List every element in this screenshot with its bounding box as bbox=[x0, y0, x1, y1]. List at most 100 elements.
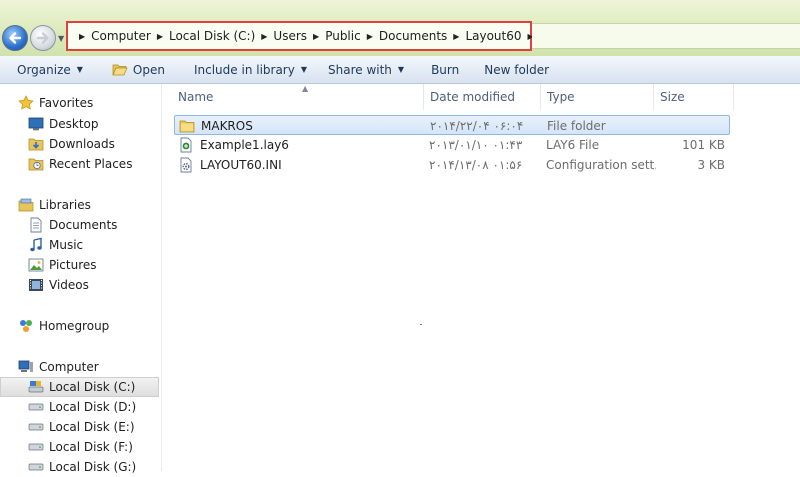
artifact-dot bbox=[420, 324, 422, 325]
address-bar-empty-area[interactable] bbox=[532, 23, 800, 49]
nav-item-local-disk-f[interactable]: Local Disk (F:) bbox=[28, 437, 133, 457]
hard-drive-icon bbox=[28, 419, 44, 435]
desktop-icon bbox=[28, 116, 44, 132]
chevron-right-icon[interactable]: ▶ bbox=[157, 32, 163, 41]
breadcrumb-users[interactable]: Users bbox=[273, 29, 307, 43]
nav-item-label: Downloads bbox=[49, 137, 115, 151]
nav-item-local-disk-d[interactable]: Local Disk (D:) bbox=[28, 397, 136, 417]
forward-button[interactable] bbox=[30, 25, 56, 51]
chevron-right-icon[interactable]: ▶ bbox=[367, 32, 373, 41]
nav-item-pictures[interactable]: Pictures bbox=[28, 255, 97, 275]
file-row-makros[interactable]: MAKROS ۲۰۱۴/۲۲/۰۴ ۰۶:۰۴ File folder bbox=[174, 115, 730, 135]
nav-homegroup-label: Homegroup bbox=[39, 319, 110, 333]
nav-libraries[interactable]: Libraries bbox=[18, 195, 91, 215]
column-header-size[interactable]: Size bbox=[654, 84, 734, 110]
nav-item-label: Videos bbox=[49, 278, 89, 292]
file-size: 101 KB bbox=[682, 138, 725, 152]
nav-item-label: Music bbox=[49, 238, 84, 252]
computer-icon bbox=[18, 359, 34, 375]
nav-computer[interactable]: Computer bbox=[18, 357, 99, 377]
breadcrumb-layout60[interactable]: Layout60 bbox=[465, 29, 521, 43]
chevron-right-icon[interactable]: ▶ bbox=[261, 32, 267, 41]
file-name: LAYOUT60.INI bbox=[200, 158, 282, 172]
nav-item-label: Recent Places bbox=[49, 157, 133, 171]
share-with-label: Share with bbox=[328, 62, 392, 77]
file-type: Configuration sett... bbox=[546, 158, 656, 172]
include-in-library-label: Include in library bbox=[193, 62, 295, 77]
nav-favorites[interactable]: Favorites bbox=[18, 93, 93, 113]
documents-icon bbox=[28, 217, 44, 233]
navigation-pane: Favorites Desktop Downloads Recent Place… bbox=[0, 84, 162, 474]
breadcrumb-public[interactable]: Public bbox=[325, 29, 361, 43]
hard-drive-icon bbox=[28, 439, 44, 455]
breadcrumb-computer[interactable]: Computer bbox=[91, 29, 151, 43]
breadcrumb: ▶ Computer ▶ Local Disk (C:) ▶ Users ▶ P… bbox=[70, 25, 534, 47]
file-size bbox=[659, 116, 726, 136]
open-folder-icon bbox=[112, 64, 128, 75]
include-in-library-button[interactable]: Include in library ▼ bbox=[174, 56, 316, 83]
file-date: ۲۰۱۳/۰۱/۱۰ ۰۱:۴۳ bbox=[429, 138, 523, 152]
nav-item-music[interactable]: Music bbox=[28, 235, 83, 255]
command-bar: Organize ▼ Open Include in library ▼ Sha… bbox=[0, 56, 800, 84]
file-date: ۲۰۱۴/۲۲/۰۴ ۰۶:۰۴ bbox=[430, 119, 524, 133]
settings-file-icon bbox=[178, 157, 194, 173]
chevron-right-icon[interactable]: ▶ bbox=[313, 32, 319, 41]
column-header-size-label: Size bbox=[660, 90, 685, 104]
column-header-name-label: Name bbox=[178, 90, 214, 104]
burn-button[interactable]: Burn bbox=[413, 56, 468, 83]
file-size: 3 KB bbox=[697, 158, 725, 172]
nav-homegroup[interactable]: Homegroup bbox=[18, 316, 109, 336]
column-header-date-modified[interactable]: Date modified bbox=[424, 84, 541, 110]
nav-item-label: Pictures bbox=[49, 258, 97, 272]
hard-drive-icon bbox=[28, 459, 44, 475]
open-label: Open bbox=[132, 62, 165, 77]
star-icon bbox=[18, 95, 34, 111]
address-bar[interactable]: ▶ Computer ▶ Local Disk (C:) ▶ Users ▶ P… bbox=[66, 21, 534, 51]
nav-item-local-disk-g[interactable]: Local Disk (G:) bbox=[28, 457, 136, 477]
back-button[interactable] bbox=[2, 25, 28, 51]
pictures-icon bbox=[28, 257, 44, 273]
file-list: Name ▲ Date modified Type Size MAKROS ۲۰… bbox=[162, 84, 800, 471]
sort-ascending-icon: ▲ bbox=[302, 84, 309, 93]
breadcrumb-local-disk-c[interactable]: Local Disk (C:) bbox=[169, 29, 255, 43]
column-header-date-label: Date modified bbox=[430, 90, 516, 104]
open-button[interactable]: Open bbox=[92, 56, 174, 83]
file-date: ۲۰۱۴/۱۳/۰۸ ۰۱:۵۶ bbox=[429, 158, 523, 172]
chevron-right-icon[interactable]: ▶ bbox=[79, 32, 85, 41]
organize-label: Organize bbox=[17, 62, 71, 77]
file-type: LAY6 File bbox=[546, 138, 600, 152]
file-name: MAKROS bbox=[201, 119, 253, 133]
file-row-example1[interactable]: Example1.lay6 ۲۰۱۳/۰۱/۱۰ ۰۱:۴۳ LAY6 File… bbox=[174, 135, 730, 155]
nav-item-local-disk-c[interactable]: Local Disk (C:) bbox=[0, 377, 159, 397]
recent-pages-dropdown[interactable]: ▼ bbox=[58, 34, 64, 43]
folder-icon bbox=[179, 118, 195, 134]
nav-item-local-disk-e[interactable]: Local Disk (E:) bbox=[28, 417, 135, 437]
nav-item-label: Local Disk (C:) bbox=[49, 380, 136, 394]
chevron-down-icon: ▼ bbox=[76, 65, 83, 74]
nav-item-documents[interactable]: Documents bbox=[28, 215, 117, 235]
file-row-layout60-ini[interactable]: LAYOUT60.INI ۲۰۱۴/۱۳/۰۸ ۰۱:۵۶ Configurat… bbox=[174, 155, 730, 175]
nav-item-label: Local Disk (F:) bbox=[49, 440, 133, 454]
nav-item-videos[interactable]: Videos bbox=[28, 275, 89, 295]
nav-item-label: Desktop bbox=[49, 117, 99, 131]
new-folder-button[interactable]: New folder bbox=[468, 56, 558, 83]
burn-label: Burn bbox=[431, 62, 460, 77]
forward-arrow-icon bbox=[36, 32, 49, 44]
lay6-file-icon bbox=[178, 137, 194, 153]
hard-drive-icon bbox=[28, 399, 44, 415]
share-with-button[interactable]: Share with ▼ bbox=[316, 56, 413, 83]
nav-item-desktop[interactable]: Desktop bbox=[28, 114, 99, 134]
nav-item-downloads[interactable]: Downloads bbox=[28, 134, 115, 154]
chevron-right-icon[interactable]: ▶ bbox=[453, 32, 459, 41]
nav-item-recent-places[interactable]: Recent Places bbox=[28, 154, 132, 174]
column-header-name[interactable]: Name ▲ bbox=[172, 84, 424, 110]
chevron-down-icon: ▼ bbox=[300, 65, 307, 74]
breadcrumb-documents[interactable]: Documents bbox=[379, 29, 447, 43]
nav-item-label: Local Disk (E:) bbox=[49, 420, 135, 434]
downloads-folder-icon bbox=[28, 136, 44, 152]
system-drive-icon bbox=[28, 379, 44, 395]
organize-button[interactable]: Organize ▼ bbox=[0, 56, 92, 83]
nav-computer-label: Computer bbox=[39, 360, 99, 374]
column-header-type-label: Type bbox=[547, 90, 575, 104]
column-header-type[interactable]: Type bbox=[541, 84, 654, 110]
